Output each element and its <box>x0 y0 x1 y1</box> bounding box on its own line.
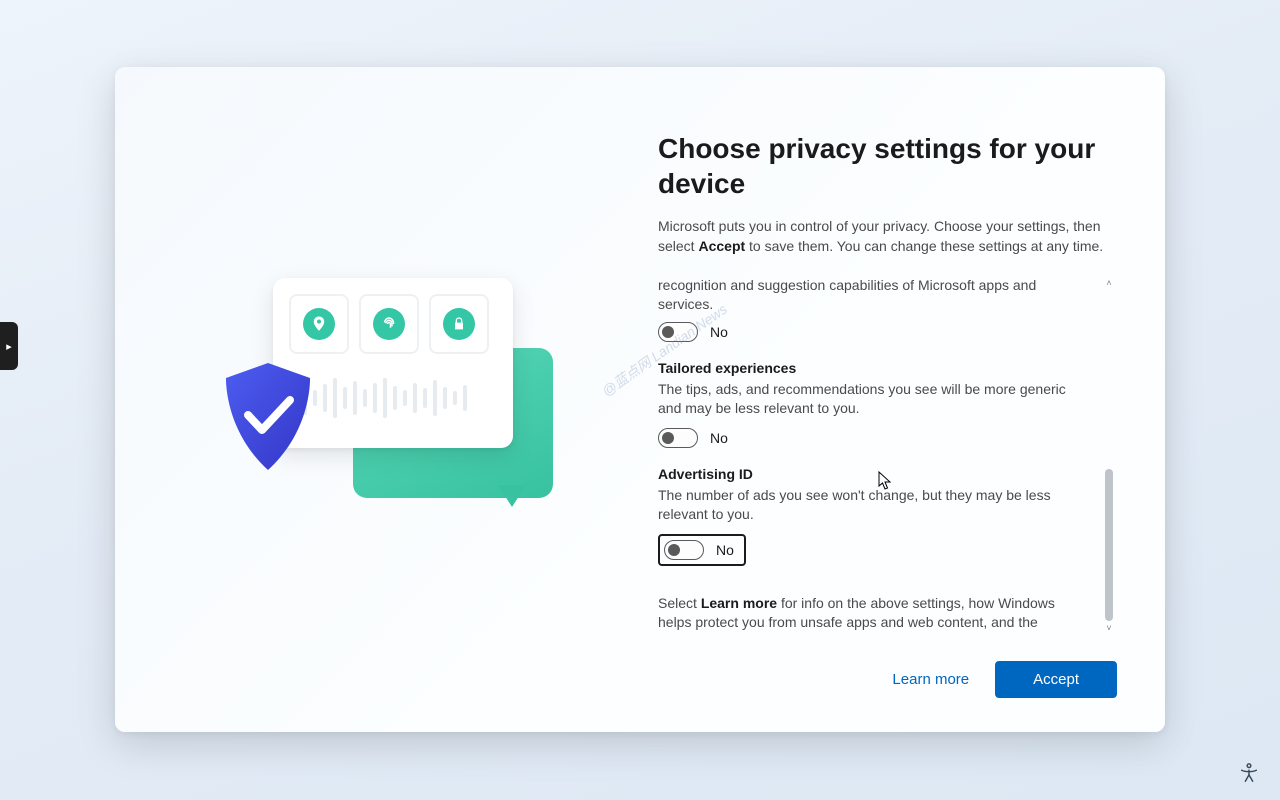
intro-bold: Accept <box>698 238 745 254</box>
accept-button[interactable]: Accept <box>995 661 1117 698</box>
location-pin-icon <box>303 308 335 340</box>
oobe-card: Choose privacy settings for your device … <box>115 67 1165 732</box>
expand-panel-icon: ▸ <box>6 340 12 353</box>
partial-previous-setting-desc: recognition and suggestion capabilities … <box>658 276 1081 314</box>
footnote-bold: Learn more <box>701 595 777 611</box>
privacy-illustration <box>208 270 548 530</box>
scrollbar-thumb[interactable] <box>1105 469 1113 621</box>
page-title: Choose privacy settings for your device <box>658 131 1117 201</box>
scrollbar[interactable]: ˄ ˅ <box>1101 276 1117 635</box>
toggle-row-tailored: No <box>658 428 1081 448</box>
setting-advertising-id: Advertising ID The number of ads you see… <box>658 466 1081 566</box>
toggle-inking[interactable] <box>658 322 698 342</box>
lock-icon <box>443 308 475 340</box>
learn-more-footnote: Select Learn more for info on the above … <box>658 594 1081 635</box>
toggle-focus-ring: No <box>658 534 746 566</box>
toggle-tailored-experiences[interactable] <box>658 428 698 448</box>
setting-desc: The number of ads you see won't change, … <box>658 486 1081 524</box>
fingerprint-icon <box>373 308 405 340</box>
toggle-row-inking: No <box>658 322 1081 342</box>
footnote-pre: Select <box>658 595 701 611</box>
toggle-advertising-id[interactable] <box>664 540 704 560</box>
chevron-down-icon: ˅ <box>1106 623 1111 633</box>
scrollbar-track[interactable] <box>1105 290 1113 621</box>
tile-fingerprint <box>359 294 419 354</box>
intro-text: Microsoft puts you in control of your pr… <box>658 217 1117 256</box>
setting-desc: The tips, ads, and recommendations you s… <box>658 380 1081 418</box>
learn-more-button[interactable]: Learn more <box>892 671 969 688</box>
accessibility-icon[interactable] <box>1238 762 1260 784</box>
setting-title: Advertising ID <box>658 466 1081 482</box>
intro-post: to save them. You can change these setti… <box>745 238 1103 254</box>
chevron-up-icon: ˄ <box>1106 278 1111 288</box>
illustration-pane <box>115 67 640 732</box>
toggle-inking-label: No <box>710 324 728 340</box>
speech-bubble-tail <box>498 485 526 507</box>
setting-tailored-experiences: Tailored experiences The tips, ads, and … <box>658 360 1081 448</box>
setting-title: Tailored experiences <box>658 360 1081 376</box>
shield-check-icon <box>218 360 318 475</box>
tile-lock <box>429 294 489 354</box>
waveform-shape <box>293 378 467 418</box>
settings-list: recognition and suggestion capabilities … <box>658 276 1101 635</box>
toggle-tailored-label: No <box>710 430 728 446</box>
footer-actions: Learn more Accept <box>658 661 1117 698</box>
scroll-up-button[interactable]: ˄ <box>1101 276 1117 290</box>
edge-expand-tab[interactable]: ▸ <box>0 322 18 370</box>
content-pane: Choose privacy settings for your device … <box>640 67 1165 732</box>
settings-scroll-area: recognition and suggestion capabilities … <box>658 276 1117 635</box>
scroll-down-button[interactable]: ˅ <box>1101 621 1117 635</box>
illustration-tiles <box>289 294 489 354</box>
tile-location <box>289 294 349 354</box>
toggle-advertising-label: No <box>716 542 734 558</box>
